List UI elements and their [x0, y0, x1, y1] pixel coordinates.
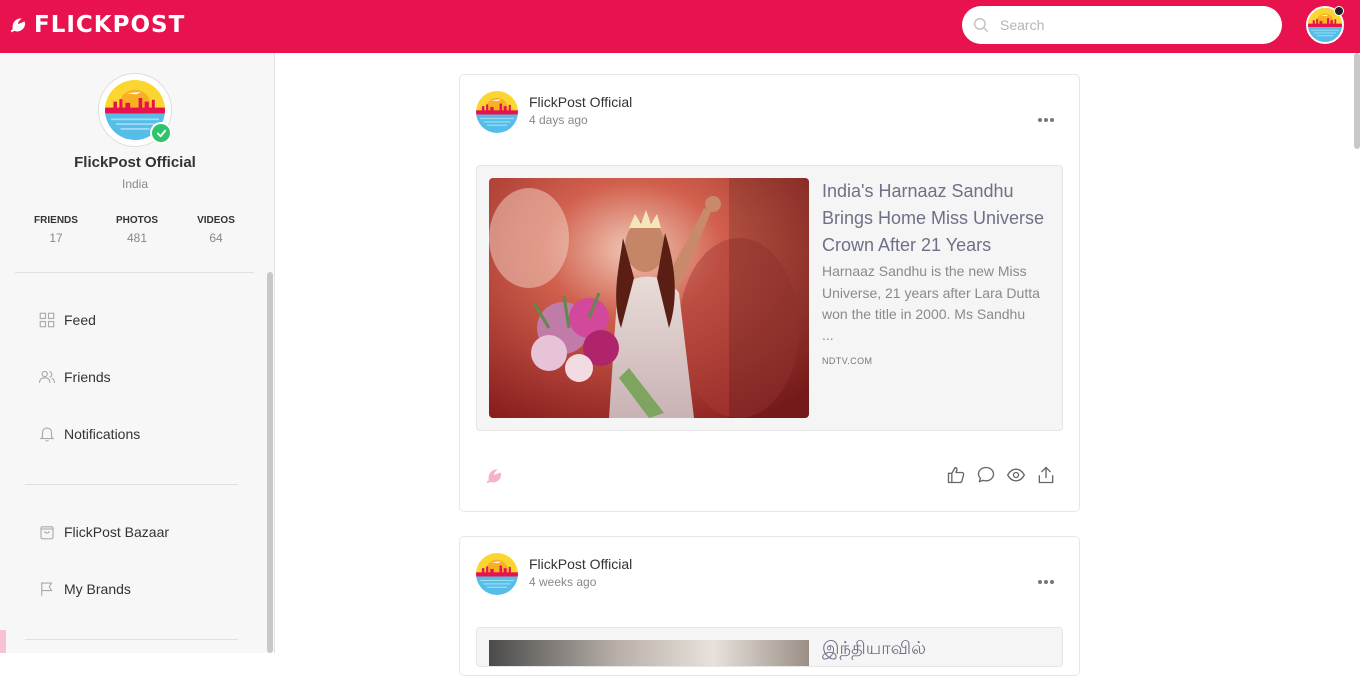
sidebar-scrollbar[interactable] [267, 272, 273, 653]
link-preview-image [489, 640, 809, 666]
link-title[interactable]: India's Harnaaz Sandhu Brings Home Miss … [822, 178, 1047, 259]
top-bar: FLICKPOST [0, 0, 1360, 53]
view-icon [1006, 468, 1026, 482]
search-icon [973, 17, 989, 33]
profile-location: India [121, 177, 149, 191]
divider [25, 484, 238, 485]
dot [1050, 580, 1054, 584]
post-author-name[interactable]: FlickPost Official [529, 556, 632, 572]
post-actions [460, 465, 1081, 489]
comment-icon [977, 466, 995, 483]
divider [25, 639, 238, 640]
feed-post: FlickPost Official 4 weeks ago இந்தியாவி… [459, 536, 1080, 676]
flag-icon [41, 582, 53, 596]
like-button[interactable] [946, 465, 966, 485]
stat-value: 17 [49, 231, 63, 245]
post-author-avatar[interactable] [476, 553, 518, 595]
stat-value: 64 [209, 231, 223, 245]
sidebar-item-my-brands[interactable]: My Brands [38, 580, 131, 598]
link-description-ellipsis: ... [822, 327, 834, 343]
brand-logo[interactable]: FLICKPOST [8, 12, 185, 38]
dot [1038, 118, 1042, 122]
dot [1050, 118, 1054, 122]
post-timestamp: 4 weeks ago [529, 575, 597, 589]
share-icon [1038, 466, 1054, 484]
sidebar-item-label: Notifications [64, 426, 141, 442]
sidebar-item-label: FlickPost Bazaar [64, 524, 170, 540]
brand-name: FLICKPOST [34, 12, 186, 38]
sidebar: FlickPost Official India FRIENDS 17 PHOT… [0, 53, 275, 653]
sidebar-item-feed[interactable]: Feed [38, 311, 96, 329]
shopping-bag-icon [40, 526, 54, 540]
verified-badge [150, 122, 172, 144]
link-title[interactable]: இந்தியாவில் [822, 638, 926, 661]
link-preview-card[interactable]: India's Harnaaz Sandhu Brings Home Miss … [476, 165, 1063, 431]
stat-label: FRIENDS [34, 215, 78, 226]
link-preview-card[interactable]: இந்தியாவில் [476, 627, 1063, 667]
share-button[interactable] [1036, 465, 1056, 485]
sidebar-item-friends[interactable]: Friends [38, 368, 111, 386]
sidebar-item-label: My Brands [64, 581, 131, 597]
more-options-button[interactable] [1038, 571, 1058, 584]
sidebar-item-label: Friends [64, 369, 111, 385]
view-button[interactable] [1006, 465, 1026, 485]
post-author-avatar-image [476, 553, 518, 595]
flickpost-reaction-icon[interactable] [484, 465, 506, 487]
crowned-winner-photo [489, 178, 809, 418]
dot [1038, 580, 1042, 584]
notification-dot [1334, 6, 1344, 16]
post-author-avatar-image [476, 91, 518, 133]
stat-videos[interactable]: VIDEOS 64 [176, 215, 256, 245]
dot [1044, 580, 1048, 584]
profile-name: FlickPost Official [74, 154, 196, 171]
divider [15, 272, 254, 273]
users-icon [38, 370, 56, 384]
stat-label: PHOTOS [115, 215, 159, 226]
post-author-avatar[interactable] [476, 91, 518, 133]
dot [1044, 118, 1048, 122]
search-input[interactable] [1000, 17, 1250, 33]
stat-value: 481 [126, 231, 148, 245]
side-tab[interactable] [0, 630, 6, 653]
link-description: Harnaaz Sandhu is the new Miss Universe,… [822, 263, 1040, 322]
search-box[interactable] [962, 6, 1282, 44]
feed-post: FlickPost Official 4 days ago India's Ha… [459, 74, 1080, 512]
comment-button[interactable] [976, 465, 996, 485]
stat-friends[interactable]: FRIENDS 17 [16, 215, 96, 245]
sidebar-item-notifications[interactable]: Notifications [38, 425, 140, 443]
check-icon [156, 129, 166, 137]
stat-photos[interactable]: PHOTOS 481 [97, 215, 177, 245]
post-timestamp: 4 days ago [529, 113, 588, 127]
bell-icon [39, 427, 55, 442]
link-preview-image [489, 178, 809, 418]
main-scrollbar[interactable] [1354, 53, 1360, 149]
sidebar-item-flickpost-bazaar[interactable]: FlickPost Bazaar [38, 523, 169, 541]
flickpost-logo-icon [10, 18, 26, 33]
link-source: NDTV.COM [822, 356, 873, 366]
grid-icon [39, 312, 55, 328]
stat-label: VIDEOS [197, 215, 235, 226]
like-icon [947, 466, 965, 484]
sidebar-item-label: Feed [64, 312, 96, 328]
more-options-button[interactable] [1038, 109, 1058, 122]
post-author-name[interactable]: FlickPost Official [529, 94, 632, 110]
